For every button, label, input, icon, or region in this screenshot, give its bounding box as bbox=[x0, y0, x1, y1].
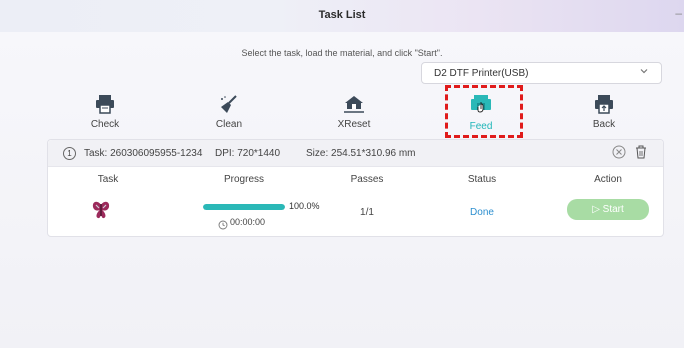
task-card[interactable]: 1 Task: 260306095955-1234 DPI: 720*1440 … bbox=[47, 139, 664, 237]
progress-bar bbox=[203, 204, 285, 210]
progress-fill bbox=[203, 204, 285, 210]
home-reset-icon bbox=[344, 96, 364, 113]
feed-highlight-box bbox=[445, 85, 523, 138]
task-header: 1 Task: 260306095955-1234 DPI: 720*1440 … bbox=[48, 140, 663, 167]
tool-check-button[interactable]: Check bbox=[70, 94, 140, 134]
tool-clean-button[interactable]: Clean bbox=[194, 94, 264, 134]
main-content: Select the task, load the material, and … bbox=[0, 32, 684, 348]
task-row[interactable]: 100.0% 00:00:00 1/1 Done ▷ Start bbox=[48, 195, 663, 235]
tool-back-button[interactable]: Back bbox=[569, 94, 639, 134]
task-id: Task: 260306095955-1234 bbox=[84, 148, 203, 159]
status-value: Done bbox=[470, 207, 494, 218]
tool-xreset-label: XReset bbox=[337, 119, 371, 130]
start-button[interactable]: ▷ Start bbox=[567, 199, 649, 220]
col-status: Status bbox=[467, 174, 497, 185]
task-size: Size: 254.51*310.96 mm bbox=[306, 148, 416, 159]
clock-icon bbox=[218, 217, 228, 235]
progress-percent: 100.0% bbox=[289, 201, 320, 211]
passes-value: 1/1 bbox=[360, 207, 374, 218]
col-action: Action bbox=[594, 174, 622, 185]
task-dpi: DPI: 720*1440 bbox=[215, 148, 281, 159]
tool-back-label: Back bbox=[592, 119, 616, 130]
col-passes: Passes bbox=[350, 174, 384, 185]
tool-xreset-button[interactable]: XReset bbox=[319, 94, 389, 134]
col-progress: Progress bbox=[223, 174, 264, 185]
chevron-down-icon bbox=[639, 66, 649, 79]
window-title: Task List bbox=[318, 9, 366, 21]
elapsed-time: 00:00:00 bbox=[230, 217, 266, 227]
broom-clean-icon bbox=[221, 95, 237, 113]
printer-select[interactable]: D2 DTF Printer(USB) bbox=[421, 62, 662, 84]
col-task: Task bbox=[97, 174, 119, 185]
delete-task-icon[interactable] bbox=[635, 145, 647, 162]
toolbar: Check Clean XReset Feed Back bbox=[0, 94, 684, 134]
printer-check-icon bbox=[96, 95, 114, 114]
printer-select-value: D2 DTF Printer(USB) bbox=[434, 68, 529, 79]
task-index-badge: 1 bbox=[63, 147, 76, 160]
title-bar: Task List – bbox=[0, 0, 684, 32]
tool-check-label: Check bbox=[90, 119, 120, 130]
minimize-button[interactable]: – bbox=[675, 6, 682, 20]
butterfly-thumbnail-icon bbox=[90, 199, 112, 226]
tool-clean-label: Clean bbox=[215, 119, 243, 130]
close-task-icon[interactable] bbox=[612, 145, 626, 162]
back-printer-icon bbox=[595, 95, 613, 114]
instruction-text: Select the task, load the material, and … bbox=[241, 48, 443, 58]
